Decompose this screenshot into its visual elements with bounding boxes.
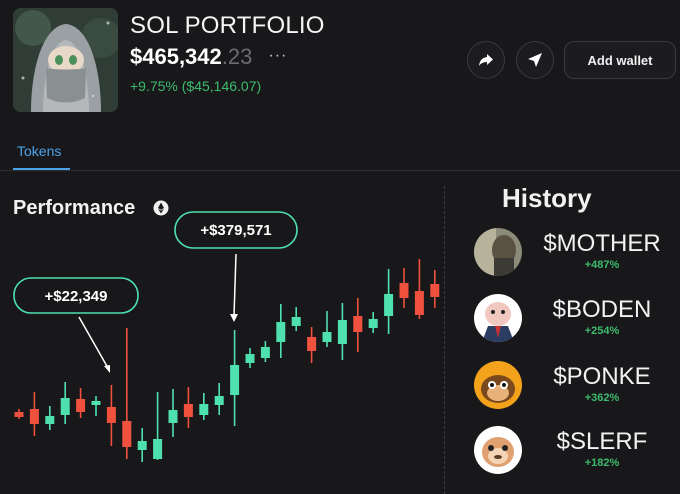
candle [45,406,55,430]
candle [76,388,86,418]
more-options-button[interactable]: ··· [268,47,287,65]
share-arrow-icon [479,54,493,66]
tab-tokens[interactable]: Tokens [17,143,61,159]
history-item-slerf[interactable]: $SLERF +182% [474,426,680,478]
history-token-name: $PONKE [553,363,651,390]
history-token-name: $MOTHER [543,230,661,257]
candle [199,393,209,420]
candle-body [291,317,301,326]
candle-body [430,284,440,297]
balance-row: $465,342 .23 ··· [130,44,287,70]
candle-body [153,439,163,459]
add-wallet-button[interactable]: Add wallet [564,41,676,79]
candle [291,307,301,331]
history-item-boden[interactable]: $BODEN +254% [474,294,680,346]
performance-chart: +$22,349 +$379,571 [13,211,440,462]
candle-body [199,404,209,415]
candle-body [183,404,193,417]
candle [368,312,378,333]
portfolio-title: SOL PORTFOLIO [130,12,325,39]
candle-body [245,354,255,363]
portfolio-change: +9.75% ($45,146.07) [130,78,262,94]
candle-body [384,294,394,316]
candle-body [91,401,101,405]
candle-body [60,398,70,415]
candle-body [337,320,347,344]
candle [168,389,178,437]
candle-body [168,410,178,423]
candle [430,270,440,308]
candle-body [307,337,317,351]
history-title: History [502,183,592,213]
candle [60,382,70,424]
candle [214,383,224,415]
candle-body [29,409,39,424]
candle [14,409,24,419]
candle [91,396,101,416]
callout-label-1: +$22,349 [45,288,108,305]
candle-body [45,416,55,424]
candle-body [260,347,270,358]
candle-body [322,332,332,342]
candle [384,269,394,334]
tabs-divider [0,170,680,171]
candle-body [137,441,147,450]
history-token-name: $SLERF [556,428,648,455]
candle [183,387,193,428]
history-token-change: +487% [584,259,620,271]
send-button[interactable] [516,41,554,79]
candle-body [214,396,224,405]
slerf-avatar-icon [474,426,522,474]
boden-avatar-icon [474,294,522,342]
candle-body [122,421,132,447]
candle-body [14,412,24,417]
candle [260,341,270,362]
balance-amount: $465,342 [130,44,222,69]
candle-body [106,407,116,423]
callout-379571: +$379,571 [174,211,298,322]
history-item-mother[interactable]: $MOTHER +487% [474,228,680,280]
callout-label-2: +$379,571 [200,222,271,239]
mother-avatar-icon [474,228,522,276]
candle-body [76,399,86,412]
portfolio-avatar [13,8,118,112]
candle [276,304,286,358]
candle [230,330,240,426]
history-token-change: +362% [584,392,620,404]
candle [106,385,116,446]
candle [414,259,424,319]
candle-body [368,319,378,328]
candle-body [230,365,240,395]
candle [307,327,317,363]
candle-body [414,291,424,315]
candle [322,311,332,347]
share-button[interactable] [467,41,505,79]
ponke-avatar-icon [474,361,522,409]
history-token-change: +254% [584,325,620,337]
candle-body [276,322,286,342]
balance-cents: .23 [221,44,253,69]
candle [137,428,147,462]
candle [122,328,132,459]
send-arrow-icon [528,53,542,67]
candle-body [399,283,409,298]
hooded-figure-image [13,8,118,112]
candle [153,392,163,460]
candle-body [353,316,363,332]
callout-22349: +$22,349 [13,277,139,373]
candle [337,303,347,360]
candle [245,348,255,368]
candle [29,392,39,436]
history-token-name: $BODEN [552,296,652,323]
history-item-ponke[interactable]: $PONKE +362% [474,361,680,413]
section-divider [444,186,445,494]
candle [399,268,409,308]
history-token-change: +182% [584,457,620,469]
candle [353,298,363,352]
